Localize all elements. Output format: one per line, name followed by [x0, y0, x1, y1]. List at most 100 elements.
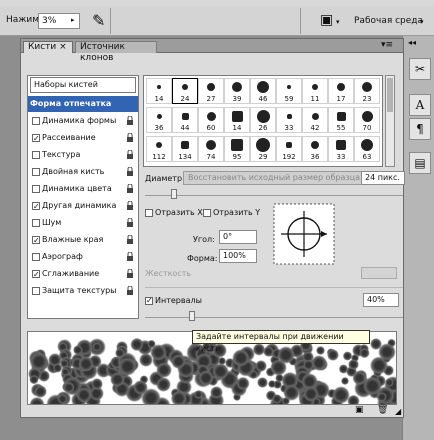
brush-size-label: 36 — [310, 153, 320, 161]
brush-setting-item[interactable]: Аэрограф — [28, 249, 138, 265]
angle-input[interactable]: 0° — [219, 230, 257, 244]
brush-tip-cell[interactable]: 39 — [224, 78, 250, 104]
checkbox[interactable]: ✓ — [32, 202, 40, 211]
brush-tip-cell[interactable]: 46 — [250, 78, 276, 104]
chevron-down-icon[interactable]: ▾ — [336, 18, 340, 26]
lock-icon[interactable] — [126, 183, 134, 194]
checkbox[interactable]: ✓ — [32, 270, 40, 279]
lock-icon[interactable] — [126, 234, 134, 245]
brush-size-label: 192 — [282, 153, 296, 161]
brush-tip-cell[interactable]: 33 — [328, 136, 354, 162]
lock-icon[interactable] — [126, 200, 134, 211]
new-brush-icon[interactable]: ▣ — [355, 405, 364, 415]
brush-tip-cell[interactable]: 44 — [172, 107, 198, 133]
diameter-slider[interactable] — [145, 195, 403, 196]
brush-tip-cell[interactable]: 59 — [276, 78, 302, 104]
brush-setting-item[interactable]: Двойная кисть — [28, 164, 138, 180]
lock-icon[interactable] — [126, 166, 134, 177]
brush-setting-item[interactable]: Текстура — [28, 147, 138, 163]
layer-comps-icon[interactable]: ▤ — [409, 152, 431, 174]
brush-size-label: 95 — [232, 153, 242, 161]
brush-tip-cell[interactable]: 134 — [172, 136, 198, 162]
spacing-slider-handle[interactable] — [189, 311, 195, 321]
brush-tip-cell[interactable]: 14 — [224, 107, 250, 133]
flip-y-checkbox[interactable] — [203, 209, 211, 217]
diameter-slider-handle[interactable] — [171, 189, 177, 199]
collapse-dock-icon[interactable]: ◂◂ — [408, 38, 416, 47]
brush-tip-cell[interactable]: 29 — [250, 136, 276, 162]
airbrush-pen-icon[interactable]: ✎ — [92, 11, 105, 30]
restore-size-button[interactable]: Восстановить исходный размер образца — [183, 171, 369, 185]
brush-setting-item[interactable]: Защита текстуры — [28, 283, 138, 299]
brush-tip-cell[interactable]: 17 — [328, 78, 354, 104]
diameter-input[interactable]: 24 пикс. — [361, 171, 405, 185]
lock-icon[interactable] — [126, 251, 134, 262]
checkbox[interactable]: ✓ — [32, 134, 40, 143]
brush-tip-cell[interactable]: 192 — [276, 136, 302, 162]
brush-tip-cell[interactable]: 11 — [302, 78, 328, 104]
brush-tip-cell[interactable]: 24 — [172, 78, 198, 104]
brush-tip-cell[interactable]: 36 — [302, 136, 328, 162]
brush-tip-cell[interactable]: 95 — [224, 136, 250, 162]
trash-icon[interactable]: 🗑 — [377, 405, 388, 415]
lock-icon[interactable] — [126, 132, 134, 143]
lock-icon[interactable] — [126, 217, 134, 228]
brush-setting-item[interactable]: Форма отпечатка кисти — [28, 96, 138, 124]
roundness-input[interactable]: 100% — [219, 249, 257, 263]
brush-settings-list: Наборы кистей Форма отпечатка кисти Динам… — [27, 75, 139, 319]
checkbox[interactable] — [32, 117, 40, 125]
brush-tip-cell[interactable]: 36 — [146, 107, 172, 133]
brush-tip-cell[interactable]: 112 — [146, 136, 172, 162]
checkbox[interactable] — [32, 185, 40, 193]
character-icon[interactable]: A — [409, 94, 431, 116]
paragraph-icon[interactable]: ¶ — [409, 118, 431, 140]
chevron-down-icon[interactable]: ▾ — [420, 18, 424, 26]
lock-icon[interactable] — [126, 115, 134, 126]
brush-setting-item[interactable]: Динамика формы — [28, 113, 138, 129]
lock-icon[interactable] — [126, 268, 134, 279]
flip-x-checkbox[interactable] — [145, 209, 153, 217]
tools-icon[interactable]: ✂ — [409, 58, 431, 80]
checkbox[interactable]: ✓ — [32, 236, 40, 245]
checkbox[interactable] — [32, 168, 40, 176]
brush-tip-cell[interactable]: 33 — [276, 107, 302, 133]
workspace-menu[interactable]: Рабочая среда — [354, 16, 423, 26]
brush-tip-cell[interactable]: 23 — [354, 78, 380, 104]
spacing-checkbox[interactable]: ✓ — [145, 297, 153, 305]
resize-grip-icon[interactable]: ◢ — [395, 407, 401, 416]
brush-tip-cell[interactable]: 63 — [354, 136, 380, 162]
brush-angle-roundness-widget[interactable] — [273, 203, 335, 265]
brush-tip-cell[interactable]: 42 — [302, 107, 328, 133]
pressure-dropdown-icon[interactable]: ▸ — [71, 16, 75, 24]
checkbox[interactable] — [32, 219, 40, 227]
brush-tip-icon — [182, 84, 188, 90]
brush-tip-cell[interactable]: 14 — [146, 78, 172, 104]
brush-setting-item[interactable]: ✓ Другая динамика — [28, 198, 138, 214]
workspace-icon[interactable]: ▣ — [320, 12, 333, 28]
brush-setting-item[interactable]: ✓ Рассеивание — [28, 130, 138, 146]
brush-setting-item[interactable]: Динамика цвета — [28, 181, 138, 197]
lock-icon[interactable] — [126, 285, 134, 296]
brush-tip-icon — [256, 138, 270, 152]
brush-setting-item[interactable]: ✓ Влажные края — [28, 232, 138, 248]
tab-brushes[interactable]: Кисти × — [23, 41, 73, 53]
brush-tip-cell[interactable]: 74 — [198, 136, 224, 162]
checkbox[interactable] — [32, 151, 40, 159]
brush-tip-cell[interactable]: 60 — [198, 107, 224, 133]
lock-icon[interactable] — [126, 149, 134, 160]
tab-clone-source[interactable]: Источник клонов — [75, 41, 157, 63]
brush-tip-cell[interactable]: 27 — [198, 78, 224, 104]
brush-tip-cell[interactable]: 26 — [250, 107, 276, 133]
brush-presets-button[interactable]: Наборы кистей — [30, 77, 136, 93]
grid-scrollbar[interactable] — [385, 75, 395, 167]
scroll-thumb[interactable] — [387, 78, 393, 112]
panel-menu-icon[interactable]: ▾≡ — [381, 40, 393, 50]
checkbox[interactable] — [32, 287, 40, 295]
brush-setting-item[interactable]: Шум — [28, 215, 138, 231]
brush-tip-cell[interactable]: 55 — [328, 107, 354, 133]
brush-tip-cell[interactable]: 70 — [354, 107, 380, 133]
brush-setting-item[interactable]: ✓ Сглаживание — [28, 266, 138, 282]
spacing-input[interactable]: 40% — [363, 293, 399, 307]
spacing-slider[interactable] — [145, 317, 403, 318]
checkbox[interactable] — [32, 253, 40, 261]
